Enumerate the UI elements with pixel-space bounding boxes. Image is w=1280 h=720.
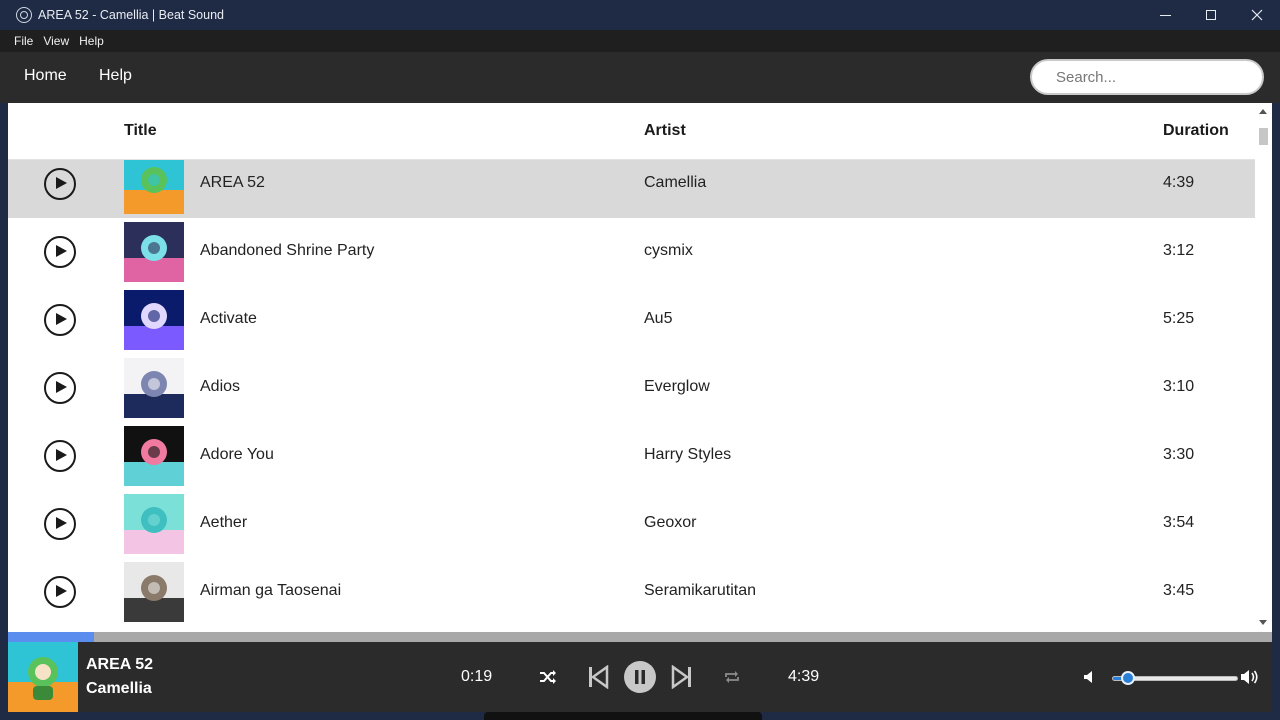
song-duration: 3:10 [1163, 378, 1195, 395]
song-artist: Au5 [644, 310, 673, 327]
volume-knob[interactable] [1120, 671, 1135, 685]
shuffle-icon [540, 670, 556, 684]
song-title: Abandoned Shrine Party [200, 242, 375, 259]
vertical-scrollbar[interactable] [1255, 103, 1272, 632]
play-icon[interactable] [44, 576, 76, 608]
album-cover [124, 358, 184, 418]
elapsed-time: 0:19 [461, 668, 493, 685]
song-list: AREA 52 Camellia 4:39 Abandoned Shrine Part… [8, 103, 1255, 632]
song-title: Aether [200, 514, 248, 531]
song-table: AREA 52 Camellia 4:39 Abandoned Shrine Part… [8, 103, 1272, 632]
previous-button[interactable] [582, 661, 614, 693]
scroll-down-arrow-icon[interactable] [1259, 620, 1267, 625]
minimize-icon [1159, 14, 1171, 16]
scroll-up-arrow-icon[interactable] [1259, 109, 1267, 114]
progress-fill [8, 632, 94, 642]
close-icon [1251, 9, 1263, 21]
mute-button[interactable] [1074, 661, 1106, 693]
volume-max-button[interactable] [1234, 661, 1266, 693]
song-artist: Everglow [644, 378, 710, 395]
menu-view[interactable]: View [38, 34, 74, 48]
song-duration: 4:39 [1163, 174, 1195, 191]
album-cover [124, 154, 184, 214]
song-artist: cysmix [644, 242, 693, 259]
volume-high-icon [1241, 670, 1258, 684]
play-icon[interactable] [44, 236, 76, 268]
table-row[interactable]: Abandoned Shrine Party cysmix 3:12 [8, 218, 1255, 286]
album-cover [124, 562, 184, 622]
search-input[interactable] [1030, 59, 1264, 95]
scrollbar-thumb[interactable] [1259, 128, 1268, 145]
next-icon [671, 665, 691, 689]
app-logo-icon [16, 7, 32, 23]
play-icon[interactable] [44, 168, 76, 200]
play-icon[interactable] [44, 304, 76, 336]
table-row[interactable]: Aether Geoxor 3:54 [8, 490, 1255, 558]
song-artist: Harry Styles [644, 446, 732, 463]
table-row[interactable]: Airman ga Taosenai Seramikarutitan 3:45 [8, 558, 1255, 626]
player-bar: AREA 52 Camellia 0:19 4:39 [8, 642, 1272, 712]
song-artist: Camellia [644, 174, 707, 191]
shuffle-button[interactable] [532, 661, 564, 693]
repeat-icon [725, 671, 739, 683]
song-duration: 3:30 [1163, 446, 1195, 463]
table-row[interactable]: Adore You Harry Styles 3:30 [8, 422, 1255, 490]
album-cover [124, 494, 184, 554]
song-duration: 5:25 [1163, 310, 1195, 327]
table-row[interactable]: AREA 52 Camellia 4:39 [8, 150, 1255, 218]
song-title: Adore You [200, 446, 274, 463]
maximize-button[interactable] [1188, 0, 1234, 30]
play-icon[interactable] [44, 372, 76, 404]
window-controls [1142, 0, 1280, 30]
next-button[interactable] [666, 661, 698, 693]
now-playing-artist: Camellia [86, 680, 152, 697]
total-time: 4:39 [788, 668, 820, 685]
column-title-header[interactable]: Title [124, 122, 157, 140]
song-title: Adios [200, 378, 241, 395]
album-cover [124, 222, 184, 282]
song-duration: 3:54 [1163, 514, 1195, 531]
album-cover [124, 426, 184, 486]
volume-low-icon [1084, 671, 1092, 683]
song-title: Activate [200, 310, 257, 327]
menu-bar: File View Help [0, 30, 1280, 52]
song-title: Airman ga Taosenai [200, 582, 342, 599]
app-window: AREA 52 - Camellia | Beat Sound File Vie… [0, 0, 1280, 720]
song-artist: Seramikarutitan [644, 582, 757, 599]
now-playing-cover [8, 642, 78, 712]
play-icon[interactable] [44, 508, 76, 540]
minimize-button[interactable] [1142, 0, 1188, 30]
album-cover [124, 290, 184, 350]
maximize-icon [1206, 10, 1216, 20]
title-bar: AREA 52 - Camellia | Beat Sound [0, 0, 1280, 30]
close-button[interactable] [1234, 0, 1280, 30]
play-icon[interactable] [44, 440, 76, 472]
song-artist: Geoxor [644, 514, 697, 531]
table-row[interactable]: Activate Au5 5:25 [8, 286, 1255, 354]
now-playing-title: AREA 52 [86, 656, 153, 673]
table-header: Title Artist Duration [8, 103, 1255, 160]
taskbar-peek [484, 712, 762, 720]
menu-file[interactable]: File [9, 34, 38, 48]
column-duration-header[interactable]: Duration [1163, 122, 1229, 140]
repeat-button[interactable] [716, 661, 748, 693]
playback-progress-bar[interactable] [8, 632, 1272, 642]
window-title: AREA 52 - Camellia | Beat Sound [38, 8, 224, 22]
pause-icon [624, 661, 656, 693]
previous-icon [589, 665, 609, 689]
song-duration: 3:45 [1163, 582, 1195, 599]
table-row[interactable]: Adios Everglow 3:10 [8, 354, 1255, 422]
volume-slider[interactable] [1112, 671, 1238, 685]
pause-button[interactable] [624, 661, 656, 693]
song-title: AREA 52 [200, 174, 265, 191]
column-artist-header[interactable]: Artist [644, 122, 686, 140]
song-duration: 3:12 [1163, 242, 1195, 259]
menu-help[interactable]: Help [74, 34, 109, 48]
nav-help-link[interactable]: Help [99, 67, 132, 85]
nav-home-link[interactable]: Home [24, 67, 67, 85]
